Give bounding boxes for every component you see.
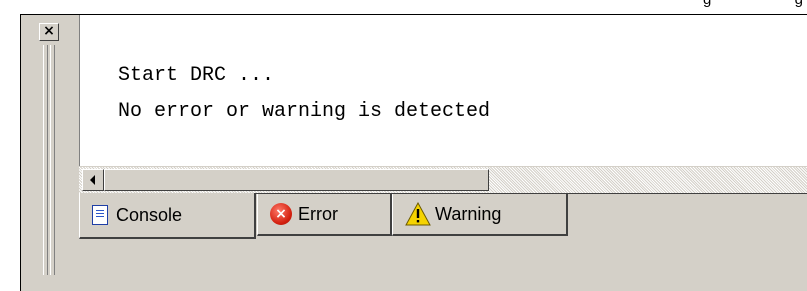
close-icon[interactable]: × [39,23,59,41]
horizontal-scrollbar[interactable] [79,166,807,193]
warning-icon [405,202,431,226]
tab-warning-label: Warning [435,203,502,224]
tab-error-label: Error [298,203,338,224]
output-panel: × Start DRC ... No error or warning is d… [20,14,807,291]
error-icon: × [270,203,292,225]
tab-error[interactable]: × Error [257,194,392,236]
tab-console-label: Console [116,204,183,225]
tab-strip: Console × Error Warning [79,193,807,271]
document-icon [92,205,108,225]
console-output[interactable]: Start DRC ... No error or warning is det… [79,15,807,166]
tab-warning[interactable]: Warning [392,194,568,236]
console-line-start: Start DRC ... [118,64,275,87]
scrollbar-thumb[interactable] [104,169,489,191]
dock-grip-handle[interactable] [43,45,55,275]
scroll-left-icon[interactable] [82,169,104,191]
cropped-top-text: g g [703,0,803,8]
console-line-result: No error or warning is detected [118,100,491,123]
tab-console[interactable]: Console [79,193,256,239]
